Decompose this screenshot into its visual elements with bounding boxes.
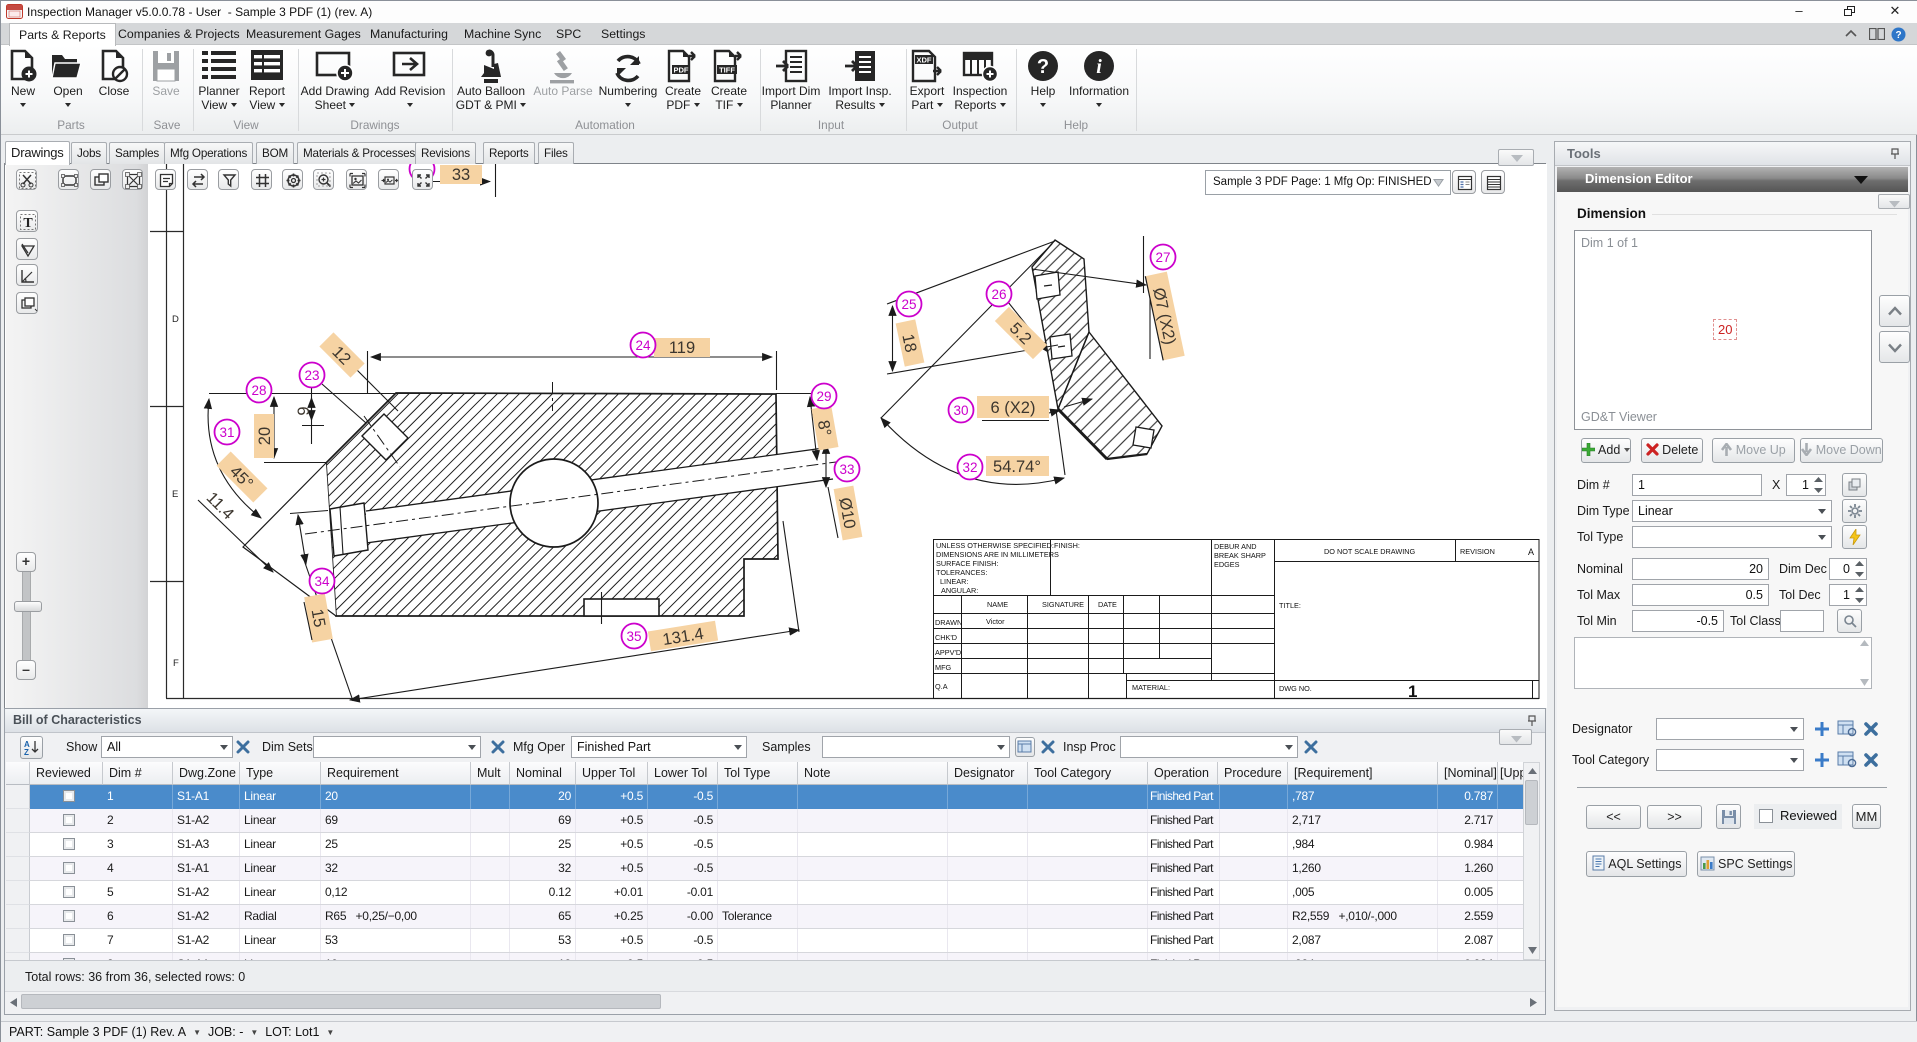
svg-text:MATERIAL:: MATERIAL: — [1132, 683, 1170, 692]
svg-text:27: 27 — [1155, 250, 1170, 265]
svg-text:?: ? — [1895, 30, 1901, 41]
svg-text:DWG NO.: DWG NO. — [1279, 684, 1312, 693]
svg-text:TITLE:: TITLE: — [1279, 601, 1301, 610]
svg-text:30: 30 — [953, 403, 968, 418]
svg-text:31: 31 — [219, 425, 234, 440]
svg-text:15: 15 — [308, 608, 329, 629]
svg-text:33: 33 — [452, 166, 470, 184]
svg-text:F: F — [173, 658, 179, 669]
svg-text:33: 33 — [839, 462, 854, 477]
svg-text:T: T — [23, 216, 33, 231]
svg-text:MFG: MFG — [935, 663, 952, 672]
svg-text:?: ? — [1037, 56, 1049, 78]
svg-text:28: 28 — [251, 383, 266, 398]
svg-text:18: 18 — [898, 332, 919, 354]
svg-text:29: 29 — [816, 389, 831, 404]
svg-text:DIMENSIONS ARE IN MILLIMETERS: DIMENSIONS ARE IN MILLIMETERS — [936, 550, 1059, 559]
svg-text:BREAK SHARP: BREAK SHARP — [1214, 551, 1266, 560]
svg-text:FINISH:: FINISH: — [1054, 541, 1080, 550]
svg-text:119: 119 — [669, 339, 695, 357]
svg-text:Q.A: Q.A — [935, 682, 948, 691]
svg-text:i: i — [1096, 56, 1102, 78]
svg-text:23: 23 — [304, 368, 319, 383]
svg-text:54.74°: 54.74° — [993, 458, 1041, 476]
svg-text:D: D — [172, 314, 179, 325]
svg-text:LINEAR:: LINEAR: — [940, 577, 968, 586]
svg-text:34: 34 — [314, 574, 330, 589]
svg-text:26: 26 — [991, 287, 1006, 302]
svg-text:32: 32 — [962, 460, 977, 475]
svg-text:XDF: XDF — [917, 55, 932, 64]
svg-text:6 (X2): 6 (X2) — [991, 399, 1036, 417]
svg-text:SURFACE FINISH:: SURFACE FINISH: — [936, 559, 998, 568]
svg-text:DATE: DATE — [1098, 600, 1117, 609]
svg-text:CHK'D: CHK'D — [935, 633, 957, 642]
svg-text:20: 20 — [256, 427, 274, 445]
svg-text:TOLERANCES:: TOLERANCES: — [936, 568, 987, 577]
svg-text:SIGNATURE: SIGNATURE — [1042, 600, 1084, 609]
svg-text:24: 24 — [635, 338, 651, 353]
svg-text:REVISION: REVISION — [1460, 547, 1495, 556]
svg-text:1: 1 — [1408, 682, 1417, 701]
svg-text:ANGULAR:: ANGULAR: — [941, 586, 978, 595]
svg-text:A: A — [1528, 547, 1534, 557]
svg-text:9: 9 — [295, 406, 313, 415]
svg-text:DO NOT SCALE DRAWING: DO NOT SCALE DRAWING — [1324, 547, 1416, 556]
svg-text:TIFF: TIFF — [719, 65, 735, 74]
svg-text:E: E — [172, 489, 178, 500]
svg-text:APPV'D: APPV'D — [935, 648, 961, 657]
svg-text:Z: Z — [24, 748, 29, 756]
svg-text:NAME: NAME — [987, 600, 1008, 609]
svg-text:8°: 8° — [814, 419, 834, 438]
svg-text:Victor: Victor — [986, 617, 1005, 626]
svg-text:DRAWN: DRAWN — [935, 618, 962, 627]
svg-text:UNLESS OTHERWISE SPECIFIED:: UNLESS OTHERWISE SPECIFIED: — [936, 541, 1054, 550]
svg-text:35: 35 — [626, 629, 641, 644]
svg-text:25: 25 — [901, 297, 916, 312]
svg-text:DEBUR AND: DEBUR AND — [1214, 542, 1257, 551]
svg-text:EDGES: EDGES — [1214, 560, 1240, 569]
